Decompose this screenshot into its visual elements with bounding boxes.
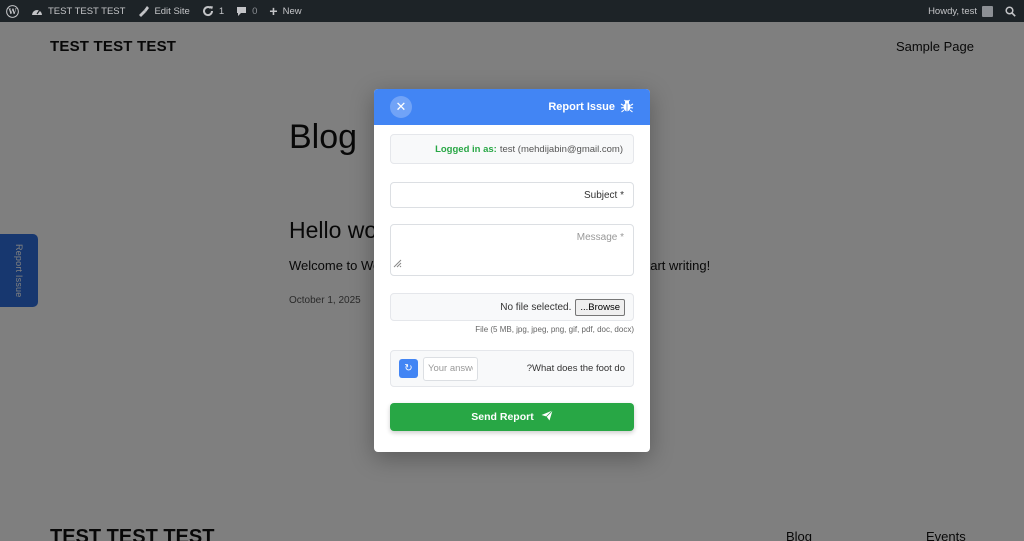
file-hint: File (5 MB, jpg, jpeg, png, gif, pdf, do…	[475, 325, 634, 334]
modal-title-label: Report Issue	[548, 101, 615, 113]
howdy-label: Howdy, test	[928, 5, 977, 17]
logged-in-label: Logged in as:	[435, 143, 497, 155]
browse-button[interactable]: ...Browse	[575, 298, 625, 316]
wp-admin-bar: W TEST TEST TEST Edit Site 1 0 + New How…	[0, 0, 1024, 22]
subject-input[interactable]	[390, 182, 634, 208]
updates-icon	[202, 5, 214, 17]
updates-count: 1	[218, 5, 225, 17]
comments-link[interactable]: 0	[230, 0, 263, 22]
svg-text:W: W	[7, 7, 17, 16]
comments-count: 0	[252, 5, 258, 17]
admin-search[interactable]	[999, 0, 1024, 22]
resize-grip-icon[interactable]	[393, 255, 402, 273]
close-icon: ✕	[395, 99, 407, 114]
captcha-refresh-button[interactable]: ↻	[399, 359, 418, 378]
send-report-label: Send Report	[471, 411, 534, 423]
logged-in-value: test (mehdijabin@gmail.com)	[499, 143, 623, 155]
send-report-button[interactable]: Send Report	[390, 403, 634, 431]
paper-plane-icon	[541, 410, 553, 424]
refresh-icon: ↻	[404, 363, 413, 374]
edit-site-label: Edit Site	[154, 5, 190, 17]
message-textarea[interactable]	[390, 224, 634, 276]
modal-body: Logged in as: test (mehdijabin@gmail.com…	[374, 125, 650, 431]
site-name-menu[interactable]: TEST TEST TEST	[25, 0, 131, 22]
captcha-question: ?What does the foot do	[526, 363, 625, 374]
modal-header: ✕ Report Issue	[374, 89, 650, 125]
close-button[interactable]: ✕	[390, 96, 412, 118]
captcha-answer-input[interactable]	[423, 356, 478, 381]
file-upload-field[interactable]: No file selected. ...Browse	[390, 293, 634, 321]
wordpress-icon: W	[6, 4, 19, 18]
message-wrap	[390, 224, 634, 276]
brush-icon	[137, 5, 150, 17]
report-issue-modal: ✕ Report Issue Logged in as: test (mehdi…	[374, 89, 650, 452]
new-content-link[interactable]: + New	[263, 0, 307, 22]
site-name-label: TEST TEST TEST	[48, 5, 126, 17]
wp-logo-menu[interactable]: W	[0, 0, 25, 22]
comment-icon	[236, 6, 247, 17]
new-label: New	[282, 5, 302, 17]
dashboard-icon	[31, 6, 43, 17]
search-icon	[1005, 5, 1016, 17]
logged-in-info: Logged in as: test (mehdijabin@gmail.com…	[390, 134, 634, 164]
updates-link[interactable]: 1	[196, 0, 230, 22]
file-status: No file selected.	[500, 301, 572, 313]
captcha-box: ↻ ?What does the foot do	[390, 350, 634, 387]
modal-title: Report Issue	[548, 99, 634, 116]
account-menu[interactable]: Howdy, test	[922, 0, 999, 22]
bug-icon	[620, 99, 634, 116]
plus-icon: +	[269, 3, 278, 19]
edit-site-link[interactable]: Edit Site	[131, 0, 195, 22]
avatar	[982, 5, 993, 17]
